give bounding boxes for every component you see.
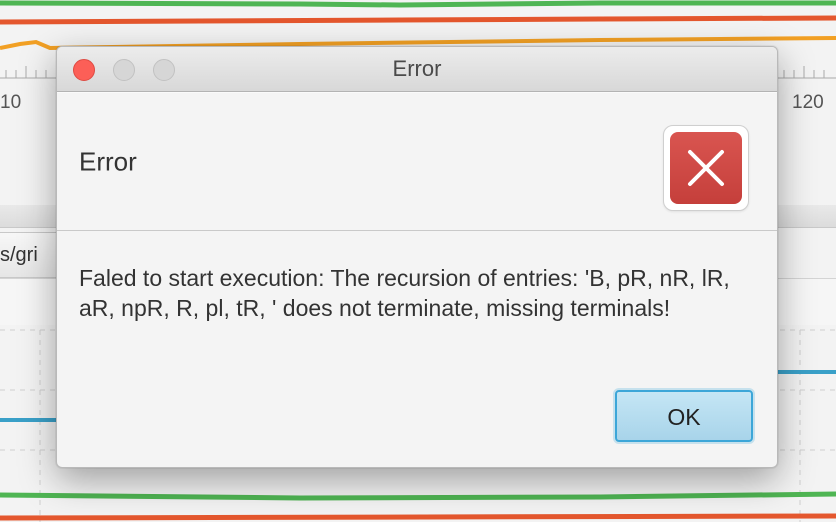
ok-button[interactable]: OK [615,390,753,442]
series-line-red [0,15,836,25]
dialog-title: Error [392,56,442,81]
dialog-titlebar[interactable]: Error [57,47,777,92]
series-line-red-bottom [0,513,836,521]
background-path-field[interactable]: s/gri [0,232,60,278]
series-line-green [0,0,836,8]
dialog-header: Error [57,92,777,231]
background-tick-label-right: 120 [792,92,824,113]
background-tick-label-left: 10 [0,92,22,113]
dialog-message: Faled to start execution: The recursion … [79,265,730,321]
desktop-background: 10 120 s/gri Error Error Faled to start … [0,0,836,522]
error-x-icon [663,125,749,211]
dialog-header-text: Error [79,146,137,177]
series-line-green-bottom [0,491,836,501]
error-dialog: Error Error Faled to start execution: Th… [56,46,778,468]
